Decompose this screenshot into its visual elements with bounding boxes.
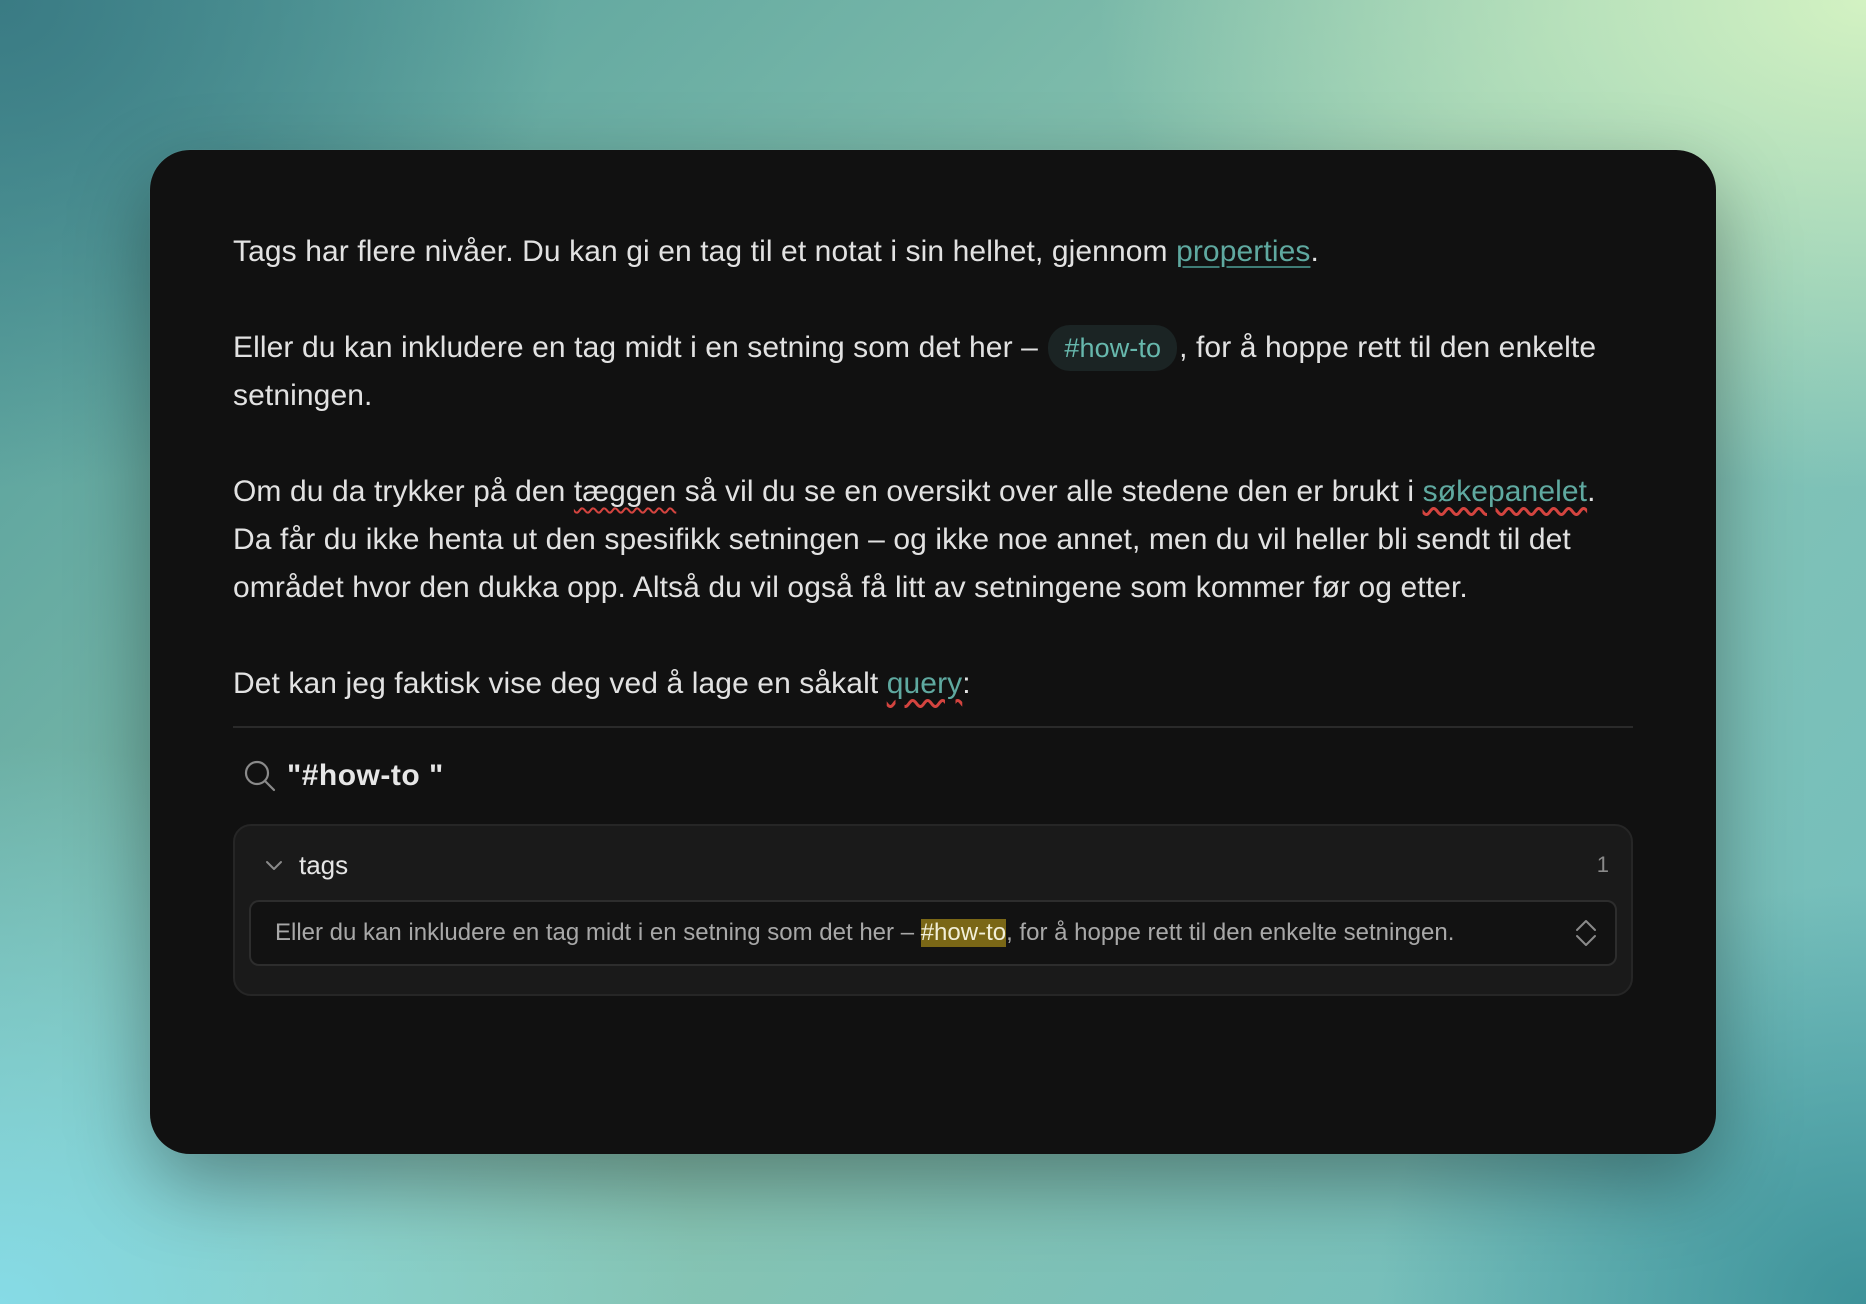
note-card: Tags har flere nivåer. Du kan gi en tag … (150, 150, 1716, 1154)
embedded-query-header: "#how-to " (233, 728, 1633, 824)
result-match-highlight: #how-to (920, 919, 1007, 947)
paragraph-tags-levels: Tags har flere nivåer. Du kan gi en tag … (233, 228, 1633, 276)
query-text: "#how-to " (287, 759, 444, 792)
paragraph-text: Om du da trykker på den (233, 475, 574, 508)
chevron-down-icon[interactable] (263, 854, 285, 876)
paragraph-inline-tag: Eller du kan inkludere en tag midt i en … (233, 324, 1633, 420)
paragraph-search-panel: Om du da trykker på den tæggen så vil du… (233, 468, 1633, 612)
paragraph-text: Eller du kan inkludere en tag midt i en … (233, 331, 1047, 364)
result-text-before: Eller du kan inkludere en tag midt i en … (275, 919, 921, 946)
results-group-label[interactable]: tags (299, 850, 1597, 881)
paragraph-text: : (962, 667, 971, 700)
properties-link[interactable]: properties (1176, 235, 1310, 268)
results-group-header[interactable]: tags 1 (235, 826, 1631, 904)
search-icon (243, 759, 277, 793)
inline-tag-how-to[interactable]: #how-to (1048, 325, 1178, 371)
query-results-panel: tags 1 Eller du kan inkludere en tag mid… (233, 824, 1633, 996)
search-result-text: Eller du kan inkludere en tag midt i en … (275, 919, 1573, 947)
paragraph-text: så vil du se en oversikt over alle stede… (676, 475, 1423, 508)
search-result-item[interactable]: Eller du kan inkludere en tag midt i en … (249, 900, 1617, 966)
paragraph-text: Det kan jeg faktisk vise deg ved å lage … (233, 667, 887, 700)
misspelled-word: tæggen (573, 475, 677, 508)
paragraph-text: Tags har flere nivåer. Du kan gi en tag … (233, 235, 1177, 268)
paragraph-query-intro: Det kan jeg faktisk vise deg ved å lage … (233, 660, 1633, 708)
paragraph-text: . (1310, 235, 1319, 268)
results-count: 1 (1596, 852, 1609, 877)
expand-context-icon[interactable] (1573, 916, 1599, 950)
result-text-after: , for å hoppe rett til den enkelte setni… (1006, 919, 1455, 946)
query-link[interactable]: query (887, 667, 963, 700)
search-panel-link[interactable]: søkepanelet (1423, 475, 1588, 508)
